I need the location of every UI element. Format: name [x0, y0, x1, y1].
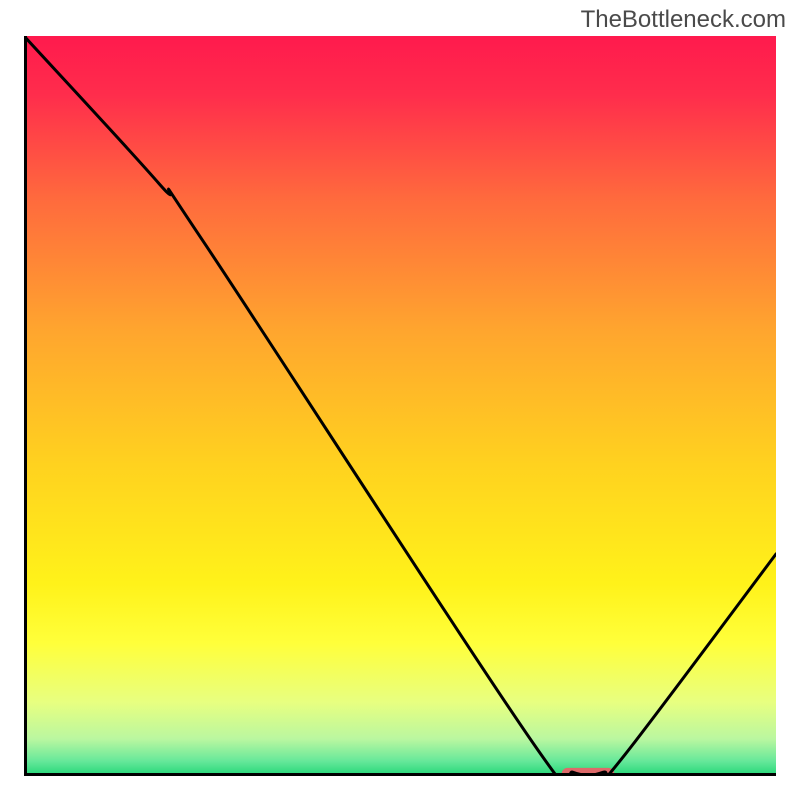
chart-container: TheBottleneck.com [0, 0, 800, 800]
chart-area [24, 36, 776, 776]
gradient-background [24, 36, 776, 776]
chart-svg [24, 36, 776, 776]
watermark-text: TheBottleneck.com [581, 6, 786, 34]
